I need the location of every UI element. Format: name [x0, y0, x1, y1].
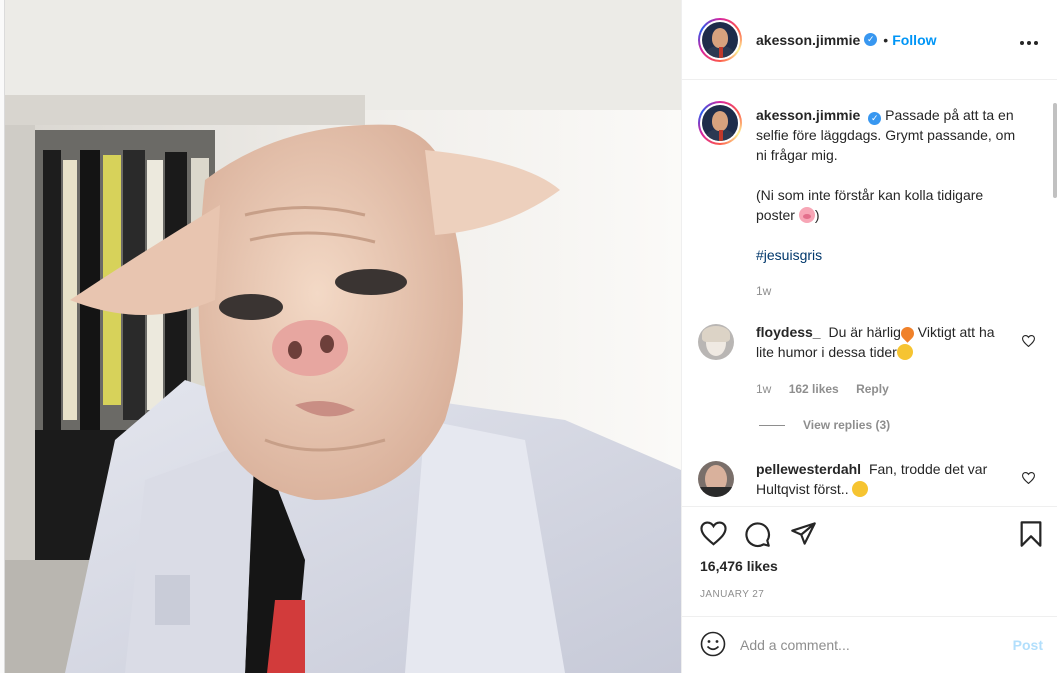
like-comment-heart-icon[interactable]: [1021, 471, 1036, 487]
view-replies-line: [759, 424, 785, 426]
caption-meta: 1w: [756, 284, 785, 298]
more-options-icon[interactable]: [1019, 30, 1039, 51]
bookmark-save-icon[interactable]: [1019, 520, 1043, 551]
reply-button[interactable]: Reply: [856, 382, 889, 396]
pig-face-emoji-icon: [798, 207, 815, 223]
view-replies-button[interactable]: View replies (3): [759, 418, 890, 432]
caption-username[interactable]: akesson.jimmie: [756, 107, 860, 123]
post-dialog: akesson.jimmie ✓ • Follow akesson.jimmie…: [4, 0, 1057, 673]
commenter-avatar[interactable]: [698, 324, 734, 360]
hashtag-link[interactable]: #jesuisgris: [756, 247, 822, 263]
comment-body-part1: Du är härlig: [828, 324, 901, 340]
caption-line2-end: ): [814, 207, 820, 223]
follow-button[interactable]: Follow: [892, 32, 936, 48]
comment-username[interactable]: pellewesterdahl: [756, 461, 861, 477]
caption-text: akesson.jimmie ✓ Passade på att ta en sel…: [756, 105, 1021, 265]
comment-bubble-icon[interactable]: [744, 521, 771, 551]
add-comment-bar: Post: [682, 616, 1057, 673]
share-send-icon[interactable]: [790, 521, 817, 549]
comments-list[interactable]: akesson.jimmie ✓ Passade på att ta en sel…: [682, 81, 1057, 506]
comment-username[interactable]: floydess_: [756, 324, 821, 340]
like-heart-icon[interactable]: [700, 521, 727, 549]
caption-time[interactable]: 1w: [756, 284, 771, 298]
comment-time[interactable]: 1w: [756, 382, 771, 396]
post-comment-button[interactable]: Post: [1013, 637, 1043, 653]
add-comment-input[interactable]: [740, 637, 990, 653]
comment-text: floydess_ Du är härlig Viktigt att ha li…: [756, 322, 996, 362]
commenter-avatar[interactable]: [698, 461, 734, 497]
caption-line2: (Ni som inte förstår kan kolla tidigare …: [756, 187, 984, 223]
verified-badge-icon: ✓: [868, 112, 882, 125]
author-avatar[interactable]: [698, 17, 742, 62]
comments-scrollbar[interactable]: [1053, 103, 1057, 198]
laughing-emoji-icon: [852, 481, 869, 497]
like-comment-heart-icon[interactable]: [1021, 334, 1036, 350]
post-side-panel: akesson.jimmie ✓ • Follow akesson.jimmie…: [681, 0, 1057, 673]
caption-avatar[interactable]: [698, 101, 742, 145]
comment-text: pellewesterdahl Fan, trodde det var Hult…: [756, 459, 996, 499]
comment-likes[interactable]: 162 likes: [789, 382, 839, 396]
author-name-row: akesson.jimmie ✓ • Follow: [756, 32, 937, 48]
selfie-pig-mask-image: [5, 0, 681, 673]
emoji-smiley-icon[interactable]: [700, 631, 726, 660]
likes-count[interactable]: 16,476 likes: [700, 558, 778, 574]
comment-meta: 1w 162 likes Reply: [756, 382, 903, 396]
author-username[interactable]: akesson.jimmie: [756, 32, 860, 48]
verified-badge-icon: ✓: [864, 33, 878, 46]
post-actions: 16,476 likes JANUARY 27: [682, 506, 1057, 626]
post-header: akesson.jimmie ✓ • Follow: [682, 0, 1057, 80]
view-replies-label: View replies (3): [803, 418, 891, 432]
post-date[interactable]: JANUARY 27: [700, 589, 764, 600]
grinning-emoji-icon: [896, 344, 913, 360]
separator-dot: •: [883, 31, 889, 48]
post-photo[interactable]: [5, 0, 681, 673]
